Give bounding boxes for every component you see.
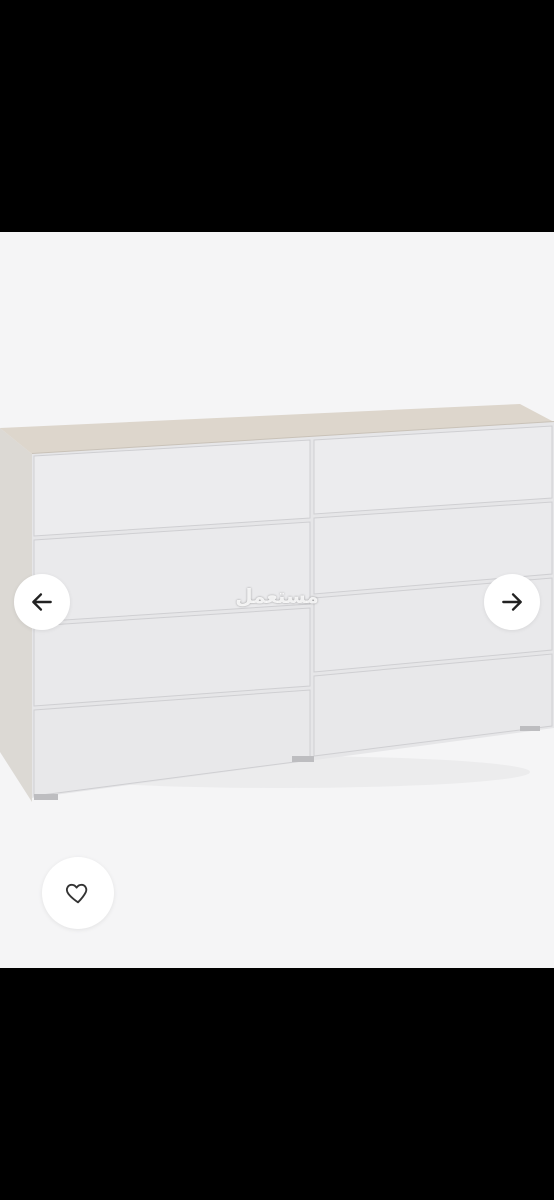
previous-image-button[interactable] [14,574,70,630]
favorite-button[interactable] [42,857,114,929]
next-image-button[interactable] [484,574,540,630]
arrow-left-icon [32,593,52,611]
heart-icon [65,883,88,904]
arrow-right-icon [502,593,522,611]
watermark: مستعمل [235,584,319,608]
bottom-black-bar [0,968,554,1200]
image-viewer[interactable]: مستعمل [0,232,554,968]
top-black-bar [0,0,554,232]
